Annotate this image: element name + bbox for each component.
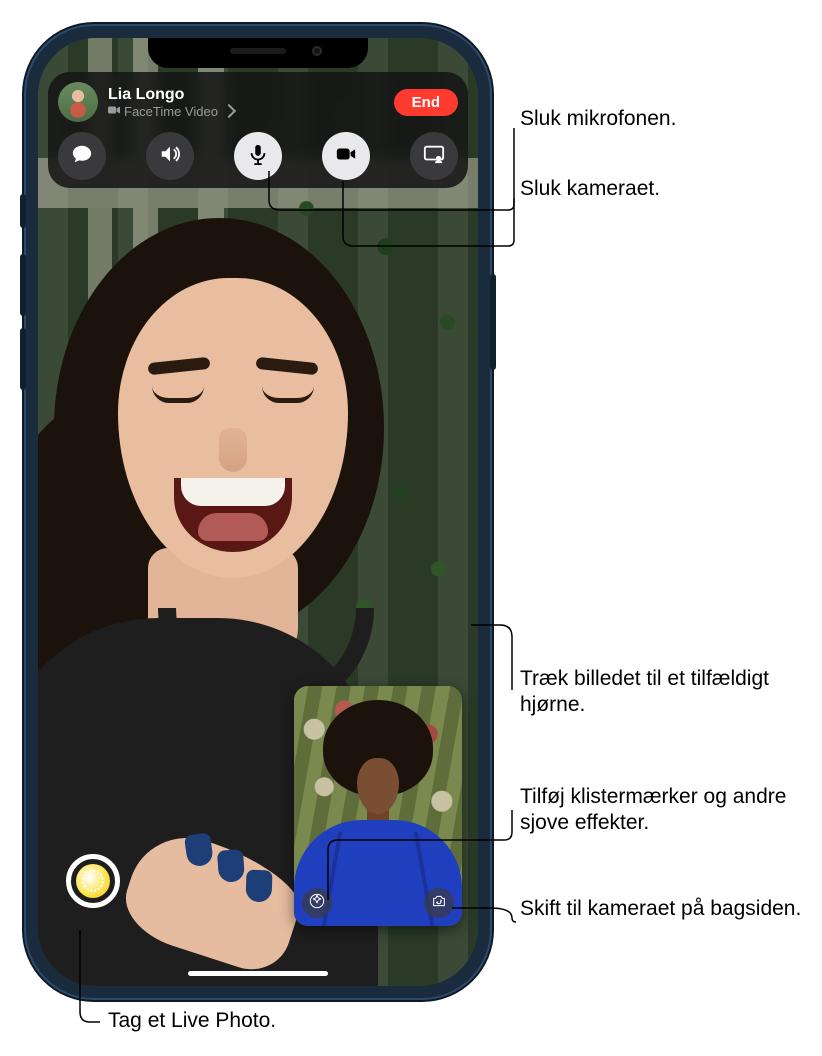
callout-mic-off: Sluk mikrofonen. xyxy=(520,106,676,132)
notch xyxy=(148,38,368,68)
side-button-volume-up xyxy=(20,254,26,316)
iphone-frame: Lia Longo FaceTime Video End xyxy=(24,24,492,1000)
callout-flip-camera: Skift til kameraet på bagsiden. xyxy=(520,896,801,922)
effects-star-icon xyxy=(309,893,325,914)
video-camera-icon xyxy=(335,143,357,170)
side-button-silence xyxy=(20,194,26,228)
messages-icon xyxy=(71,143,93,170)
callout-drag-pip: Træk billedet til et tilfældigt hjørne. xyxy=(520,666,820,718)
chevron-right-icon xyxy=(222,104,236,118)
screen: Lia Longo FaceTime Video End xyxy=(38,38,478,986)
callout-effects: Tilføj klistermærker og andre sjove effe… xyxy=(520,784,820,836)
shareplay-icon xyxy=(423,143,445,170)
end-call-button[interactable]: End xyxy=(394,89,458,116)
camera-off-button[interactable] xyxy=(322,132,370,180)
caller-avatar[interactable] xyxy=(58,82,98,122)
call-type-label: FaceTime Video xyxy=(124,104,218,119)
caller-name: Lia Longo xyxy=(108,86,384,104)
caller-info[interactable]: Lia Longo FaceTime Video xyxy=(108,86,384,119)
side-button-power xyxy=(490,274,496,370)
live-photo-button[interactable] xyxy=(66,854,120,908)
self-view-tile[interactable] xyxy=(294,686,462,926)
home-indicator[interactable] xyxy=(188,971,328,976)
facetime-controls-panel[interactable]: Lia Longo FaceTime Video End xyxy=(48,72,468,188)
video-icon xyxy=(108,104,120,119)
mute-mic-button[interactable] xyxy=(234,132,282,180)
callout-camera-off: Sluk kameraet. xyxy=(520,176,660,202)
callout-live-photo: Tag et Live Photo. xyxy=(108,1008,276,1034)
flip-camera-button[interactable] xyxy=(424,888,454,918)
call-type-row: FaceTime Video xyxy=(108,104,384,119)
shareplay-button[interactable] xyxy=(410,132,458,180)
speaker-button[interactable] xyxy=(146,132,194,180)
camera-flip-icon xyxy=(431,893,447,914)
effects-button[interactable] xyxy=(302,888,332,918)
microphone-icon xyxy=(247,143,269,170)
messages-button[interactable] xyxy=(58,132,106,180)
side-button-volume-down xyxy=(20,328,26,390)
speaker-icon xyxy=(159,143,181,170)
